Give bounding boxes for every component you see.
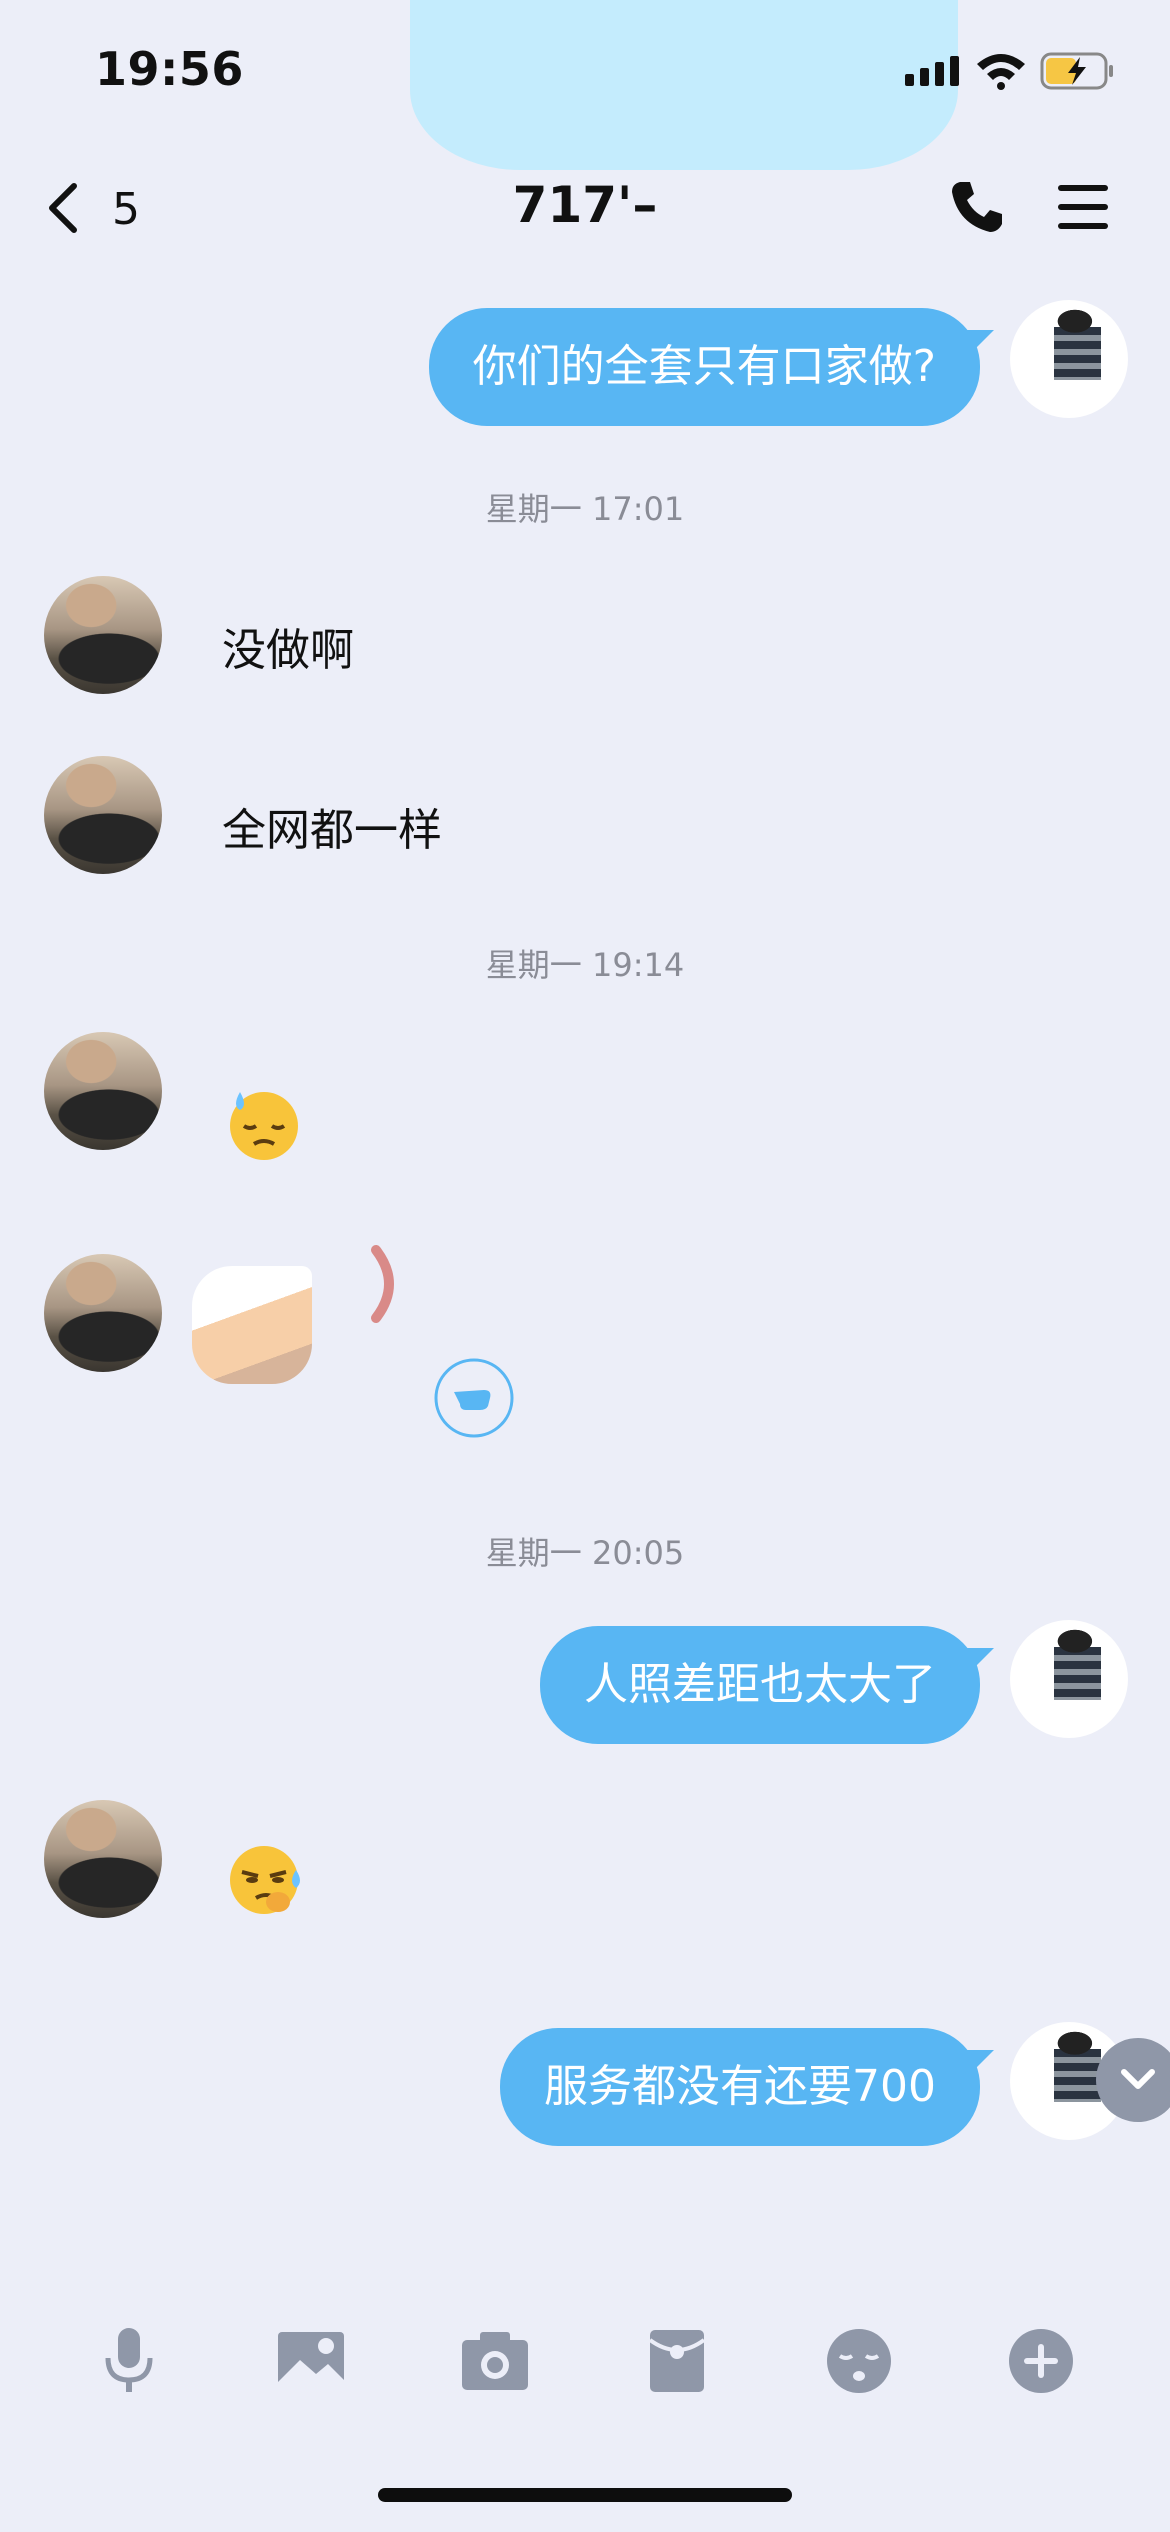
chevron-down-icon <box>1121 2069 1155 2089</box>
contact-avatar[interactable] <box>44 1254 162 1372</box>
message-bubble-outgoing[interactable]: 人照差距也太大了 <box>540 1626 980 1744</box>
thinking-sweat-face-emoji-icon[interactable] <box>226 1842 306 1918</box>
sticker-image[interactable] <box>192 1266 312 1384</box>
contact-avatar[interactable] <box>44 576 162 694</box>
message-bubble-outgoing[interactable]: 服务都没有还要700 <box>500 2028 980 2146</box>
timestamp: 星期一 20:05 <box>485 1534 685 1572</box>
camera-icon[interactable] <box>460 2326 530 2396</box>
pointing-hand-icon[interactable] <box>432 1356 516 1440</box>
my-avatar[interactable] <box>1010 1620 1128 1738</box>
message-bubble-outgoing[interactable]: 你们的全套只有口家做? <box>428 308 980 426</box>
menu-icon[interactable] <box>1056 182 1110 232</box>
message-incoming[interactable]: 没做啊 <box>222 614 354 678</box>
microphone-icon[interactable] <box>94 2326 164 2396</box>
timestamp: 星期一 17:01 <box>485 490 685 528</box>
home-indicator[interactable] <box>378 2488 792 2502</box>
wifi-icon <box>977 54 1025 90</box>
contact-avatar[interactable] <box>44 1032 162 1150</box>
plus-icon[interactable] <box>1006 2326 1076 2396</box>
timestamp: 星期一 19:14 <box>485 946 685 984</box>
sticker-arc-decoration <box>371 1245 394 1323</box>
red-packet-icon[interactable] <box>642 2326 712 2396</box>
phone-icon[interactable] <box>948 178 1006 236</box>
battery-icon <box>1040 52 1113 90</box>
status-time: 19:56 <box>95 42 244 96</box>
redacted-region <box>410 0 958 170</box>
sweat-face-emoji-icon[interactable] <box>226 1086 302 1162</box>
scroll-to-bottom-button[interactable] <box>1096 2038 1170 2122</box>
my-avatar[interactable] <box>1010 300 1128 418</box>
cellular-signal-icon <box>905 56 959 86</box>
contact-avatar[interactable] <box>44 756 162 874</box>
contact-avatar[interactable] <box>44 1800 162 1918</box>
emoji-icon[interactable] <box>824 2326 894 2396</box>
message-incoming[interactable]: 全网都一样 <box>222 794 442 858</box>
image-icon[interactable] <box>276 2326 346 2396</box>
